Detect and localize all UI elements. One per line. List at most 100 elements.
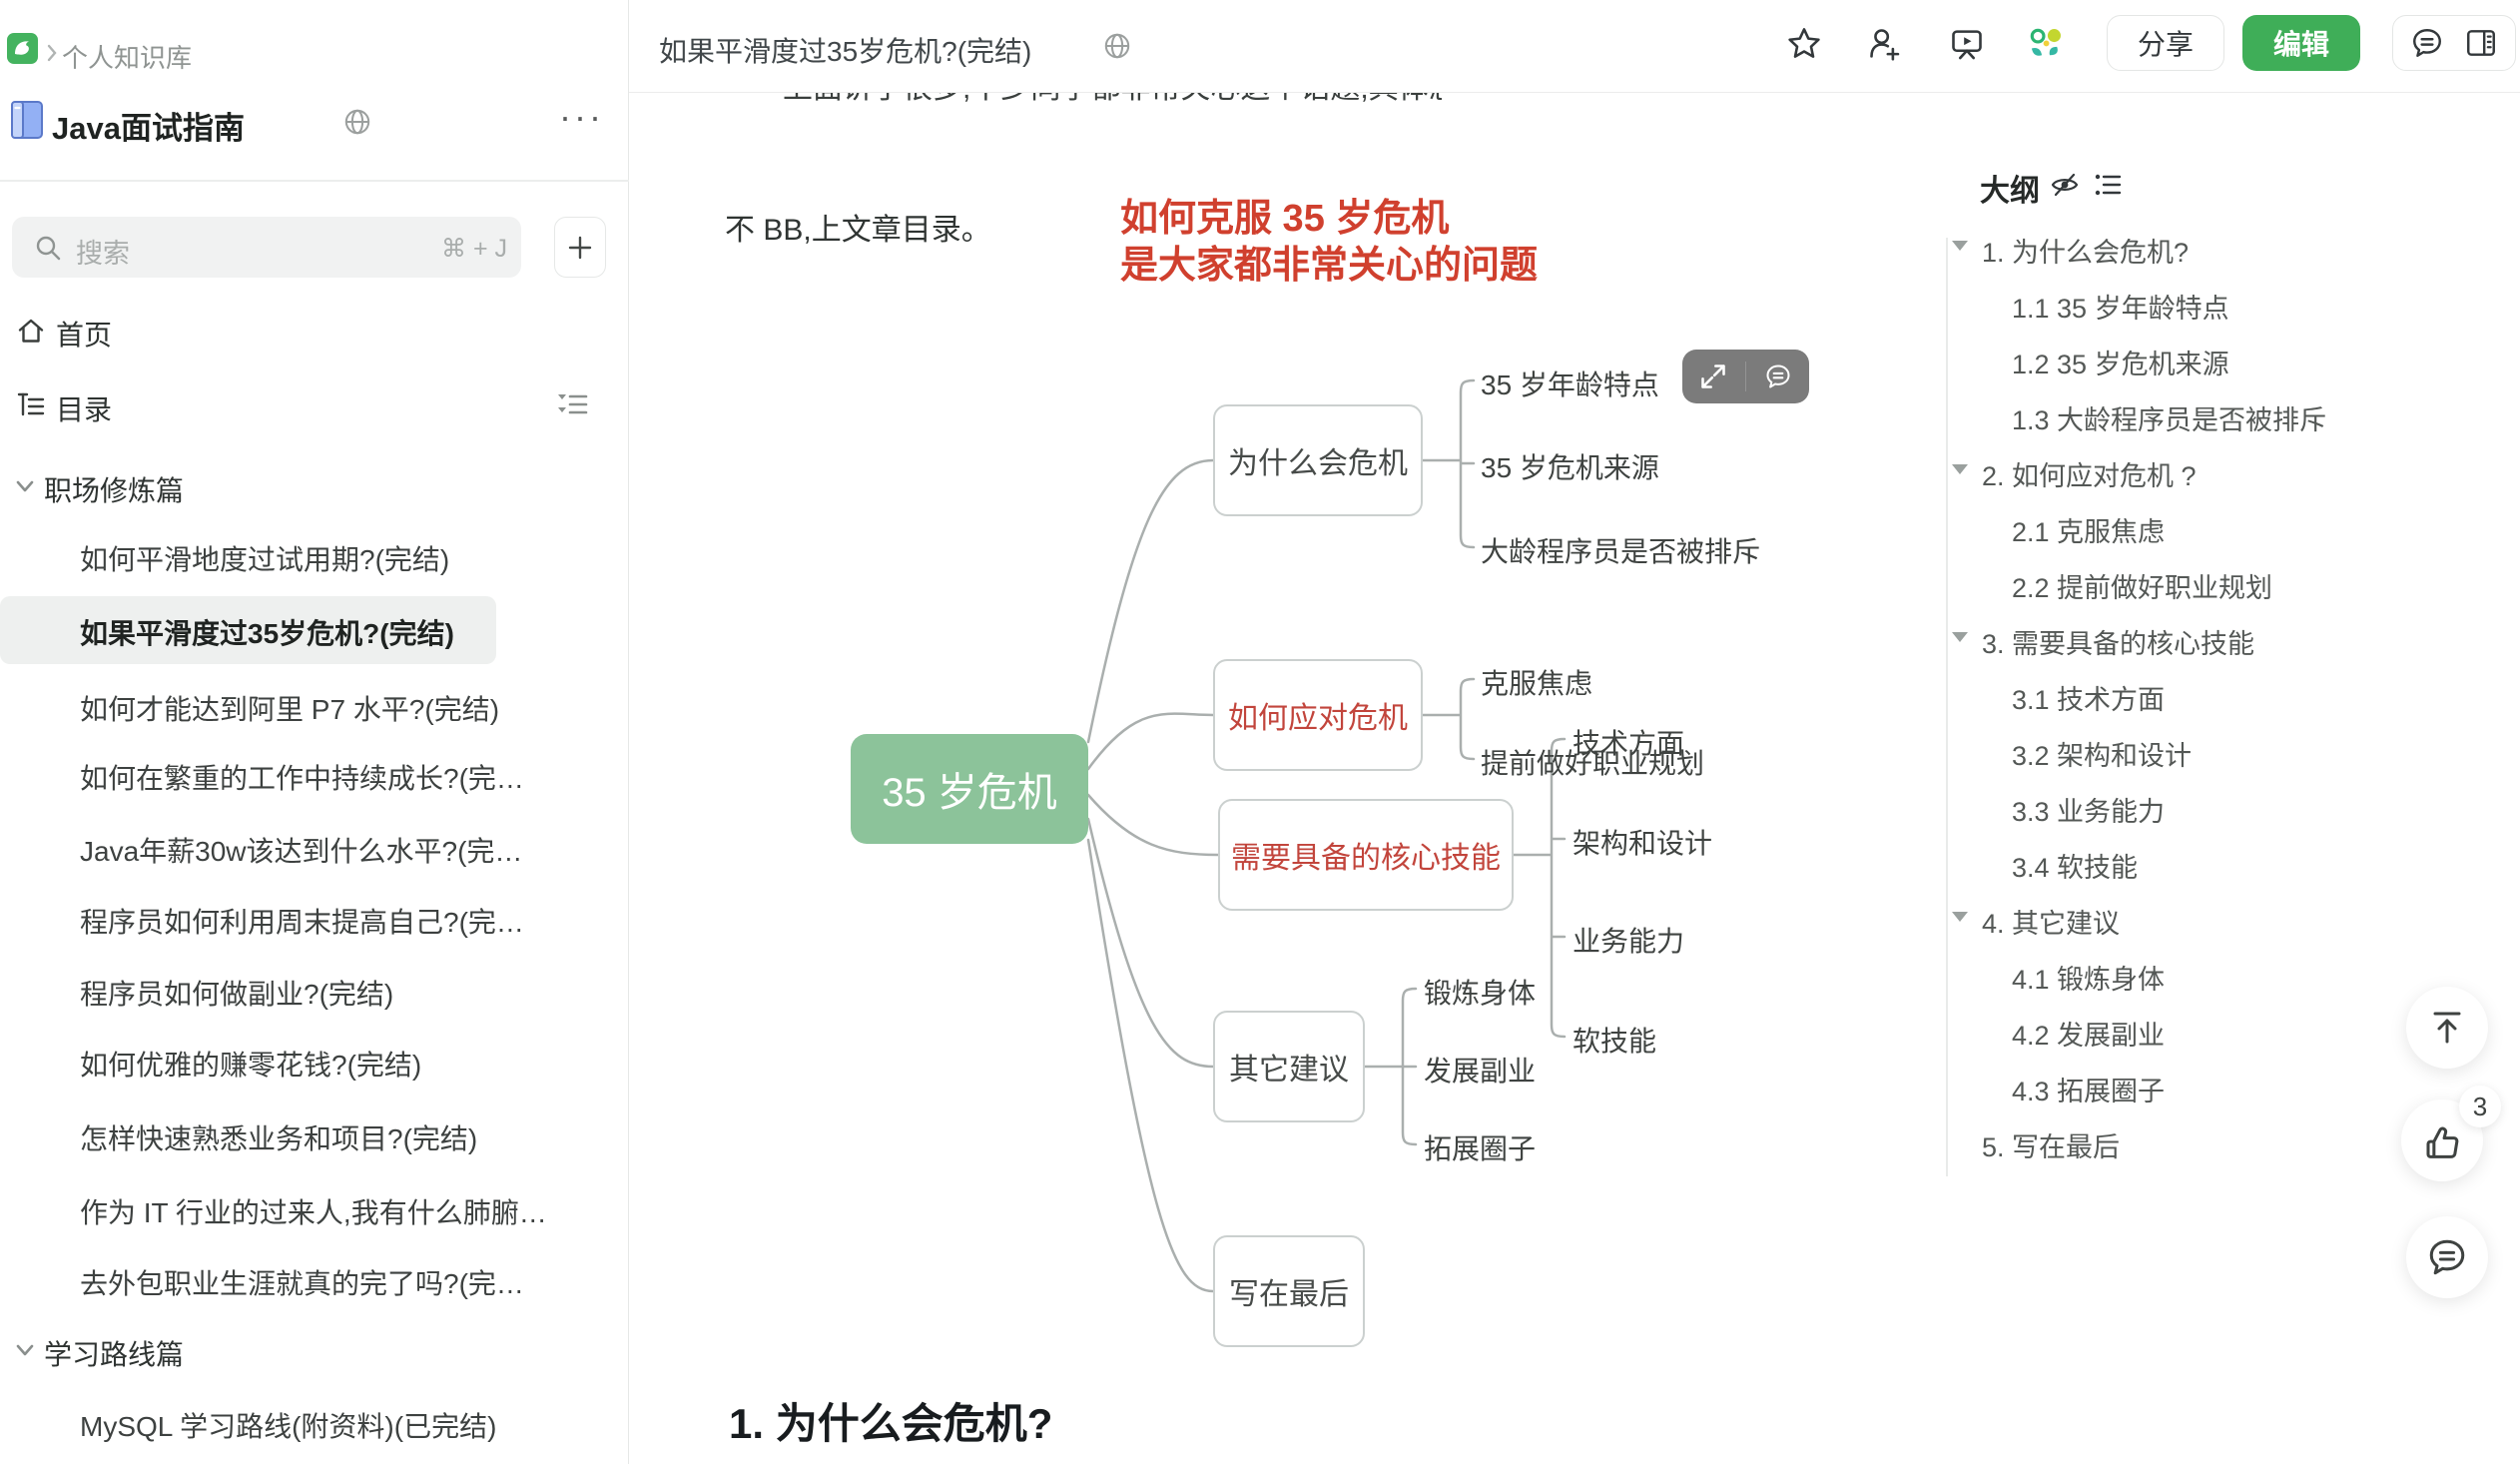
kb-more-button[interactable]: ··· bbox=[559, 96, 604, 138]
intro-text: 不 BB,上文章目录。 bbox=[725, 205, 991, 249]
sidebar-doc-item[interactable]: 程序员如何利用周末提高自己?(完… bbox=[80, 901, 524, 941]
mindmap-leaf[interactable]: 发展副业 bbox=[1424, 1050, 1536, 1090]
outline-item[interactable]: 3.3 业务能力 bbox=[2012, 790, 2165, 829]
back-to-top-icon bbox=[2425, 1006, 2469, 1050]
yuque-logo-icon[interactable] bbox=[7, 33, 38, 64]
sidebar-divider bbox=[0, 180, 629, 182]
search-shortcut: ⌘ + J bbox=[441, 234, 507, 264]
doc-title: 如果平滑度过35岁危机?(完结) bbox=[659, 30, 1031, 70]
section-heading-1: 1. 为什么会危机? bbox=[729, 1390, 1052, 1451]
outline-item[interactable]: 5. 写在最后 bbox=[1982, 1125, 2120, 1164]
comment-layout-group bbox=[2392, 15, 2516, 71]
expand-fullscreen-icon[interactable] bbox=[1699, 363, 1727, 390]
mindmap-branch-node[interactable]: 为什么会危机 bbox=[1213, 404, 1423, 516]
sidebar-doc-item[interactable]: 如何平滑地度过试用期?(完结) bbox=[80, 538, 449, 578]
mindmap-leaf[interactable]: 架构和设计 bbox=[1573, 822, 1712, 862]
outline-item[interactable]: 1. 为什么会危机? bbox=[1982, 231, 2189, 270]
outline-item[interactable]: 2.1 克服焦虑 bbox=[2012, 510, 2165, 549]
outline-item[interactable]: 3.2 架构和设计 bbox=[2012, 734, 2192, 773]
outline-item[interactable]: 2. 如何应对危机 ? bbox=[1982, 454, 2197, 493]
knowledge-base-book-icon bbox=[10, 100, 44, 140]
outline-item[interactable]: 4. 其它建议 bbox=[1982, 902, 2120, 941]
search-icon bbox=[34, 234, 62, 262]
back-to-top-button[interactable] bbox=[2406, 987, 2488, 1069]
sidebar-doc-item[interactable]: 怎样快速熟悉业务和项目?(完结) bbox=[80, 1117, 477, 1157]
mindmap-branch-node[interactable]: 写在最后 bbox=[1213, 1235, 1365, 1347]
public-globe-icon bbox=[343, 108, 371, 136]
collapse-all-icon[interactable] bbox=[555, 390, 589, 418]
toc-tree-icon bbox=[16, 389, 46, 419]
sidebar-item-toc[interactable]: 目录 bbox=[56, 388, 112, 428]
sidebar-doc-item[interactable]: Java年薪30w该达到什么水平?(完… bbox=[80, 830, 522, 870]
outline-title: 大纲 bbox=[1980, 166, 2040, 210]
mindmap-leaf[interactable]: 业务能力 bbox=[1573, 920, 1684, 960]
share-button[interactable]: 分享 bbox=[2107, 15, 2224, 71]
add-collaborator-icon[interactable] bbox=[1867, 26, 1903, 62]
like-count-badge: 3 bbox=[2459, 1086, 2501, 1127]
outline-item[interactable]: 2.2 提前做好职业规划 bbox=[2012, 566, 2272, 605]
apps-grid-icon[interactable] bbox=[2028, 26, 2064, 62]
star-favorite-icon[interactable] bbox=[1786, 26, 1822, 62]
outline-item[interactable]: 1.3 大龄程序员是否被排斥 bbox=[2012, 398, 2326, 437]
sidebar-doc-item[interactable]: 如何优雅的赚零花钱?(完结) bbox=[80, 1044, 421, 1084]
present-mode-icon[interactable] bbox=[1949, 26, 1985, 62]
mindmap-leaf[interactable]: 技术方面 bbox=[1573, 722, 1684, 762]
sidebar-doc-item[interactable]: 如何在繁重的工作中持续成长?(完… bbox=[80, 757, 524, 797]
mindmap-leaf[interactable]: 拓展圈子 bbox=[1424, 1127, 1536, 1167]
outline-item[interactable]: 4.1 锻炼身体 bbox=[2012, 958, 2165, 997]
outline-item[interactable]: 3.1 技术方面 bbox=[2012, 678, 2165, 717]
outline-item[interactable]: 1.1 35 岁年龄特点 bbox=[2012, 287, 2229, 326]
outline-item[interactable]: 1.2 35 岁危机来源 bbox=[2012, 343, 2229, 381]
search-placeholder: 搜索 bbox=[76, 232, 130, 271]
mindmap-red-caption: 如何克服 35 岁危机 是大家都非常关心的问题 bbox=[1120, 196, 1538, 290]
comment-bubble-icon bbox=[2426, 1236, 2468, 1278]
sidebar-section-career[interactable]: 职场修炼篇 bbox=[44, 469, 184, 509]
sidebar: 个人知识库 Java面试指南 ··· 搜索 ⌘ + J bbox=[0, 0, 629, 1464]
outline-item[interactable]: 4.3 拓展圈子 bbox=[2012, 1070, 2165, 1108]
comment-bubble-icon[interactable] bbox=[1764, 363, 1792, 390]
kb-title: Java面试指南 bbox=[52, 103, 245, 148]
hide-outline-eye-icon[interactable] bbox=[2049, 169, 2081, 201]
search-input[interactable]: 搜索 ⌘ + J bbox=[12, 217, 521, 278]
new-doc-button[interactable] bbox=[554, 217, 606, 278]
mindmap-branch-node[interactable]: 其它建议 bbox=[1213, 1011, 1365, 1122]
edit-button[interactable]: 编辑 bbox=[2242, 15, 2360, 71]
comment-fab-button[interactable] bbox=[2406, 1216, 2488, 1298]
mindmap-root-node[interactable]: 35 岁危机 bbox=[851, 734, 1088, 844]
red-caption-line2: 是大家都非常关心的问题 bbox=[1120, 243, 1538, 290]
mindmap-leaf[interactable]: 35 岁年龄特点 bbox=[1481, 364, 1659, 403]
mindmap-branch-node[interactable]: 需要具备的核心技能 bbox=[1218, 799, 1514, 911]
sidebar-item-home[interactable]: 首页 bbox=[56, 314, 112, 354]
outline-item[interactable]: 3.4 软技能 bbox=[2012, 846, 2138, 885]
mindmap-branch-node[interactable]: 如何应对危机 bbox=[1213, 659, 1423, 771]
mindmap-leaf[interactable]: 大龄程序员是否被排斥 bbox=[1481, 530, 1760, 570]
section-chevron-icon[interactable] bbox=[14, 1342, 36, 1358]
outline-list-icon[interactable] bbox=[2092, 169, 2124, 201]
outline-item[interactable]: 4.2 发展副业 bbox=[2012, 1014, 2165, 1053]
sidebar-doc-item[interactable]: 如何才能达到阿里 P7 水平?(完结) bbox=[80, 688, 499, 728]
mindmap-leaf[interactable]: 克服焦虑 bbox=[1481, 662, 1592, 702]
sidebar-doc-item[interactable]: 程序员如何做副业?(完结) bbox=[80, 973, 393, 1013]
public-globe-icon bbox=[1103, 32, 1131, 60]
plus-icon bbox=[566, 234, 594, 262]
topbar: 如果平滑度过35岁危机?(完结) 分享 编 bbox=[629, 0, 2520, 93]
sidebar-section-learning[interactable]: 学习路线篇 bbox=[44, 1333, 184, 1373]
home-icon bbox=[16, 316, 46, 346]
sidebar-doc-item[interactable]: 去外包职业生涯就真的完了吗?(完… bbox=[80, 1262, 524, 1302]
comments-icon[interactable] bbox=[2410, 26, 2444, 60]
outline-item[interactable]: 3. 需要具备的核心技能 bbox=[1982, 622, 2254, 661]
mindmap-leaf[interactable]: 锻炼身体 bbox=[1424, 972, 1536, 1012]
mindmap-leaf[interactable]: 软技能 bbox=[1573, 1020, 1656, 1060]
app-window: 上面讲了很多,不少同学都非常关心这个话题,具体怎么做呢。 个人知识库 Java面… bbox=[0, 0, 2520, 1464]
toolbar-divider bbox=[1745, 362, 1747, 391]
mindmap-hover-toolbar bbox=[1682, 350, 1809, 403]
breadcrumb[interactable]: 个人知识库 bbox=[62, 38, 192, 75]
section-chevron-icon[interactable] bbox=[14, 478, 36, 494]
layout-panel-icon[interactable] bbox=[2464, 26, 2498, 60]
red-caption-line1: 如何克服 35 岁危机 bbox=[1120, 196, 1538, 243]
sidebar-doc-item-selected[interactable]: 如果平滑度过35岁危机?(完结) bbox=[80, 612, 454, 652]
sidebar-doc-item[interactable]: MySQL 学习路线(附资料)(已完结) bbox=[80, 1405, 496, 1445]
thumbs-up-icon bbox=[2421, 1119, 2463, 1161]
mindmap-leaf[interactable]: 35 岁危机来源 bbox=[1481, 446, 1659, 486]
sidebar-doc-item[interactable]: 作为 IT 行业的过来人,我有什么肺腑… bbox=[80, 1191, 547, 1231]
